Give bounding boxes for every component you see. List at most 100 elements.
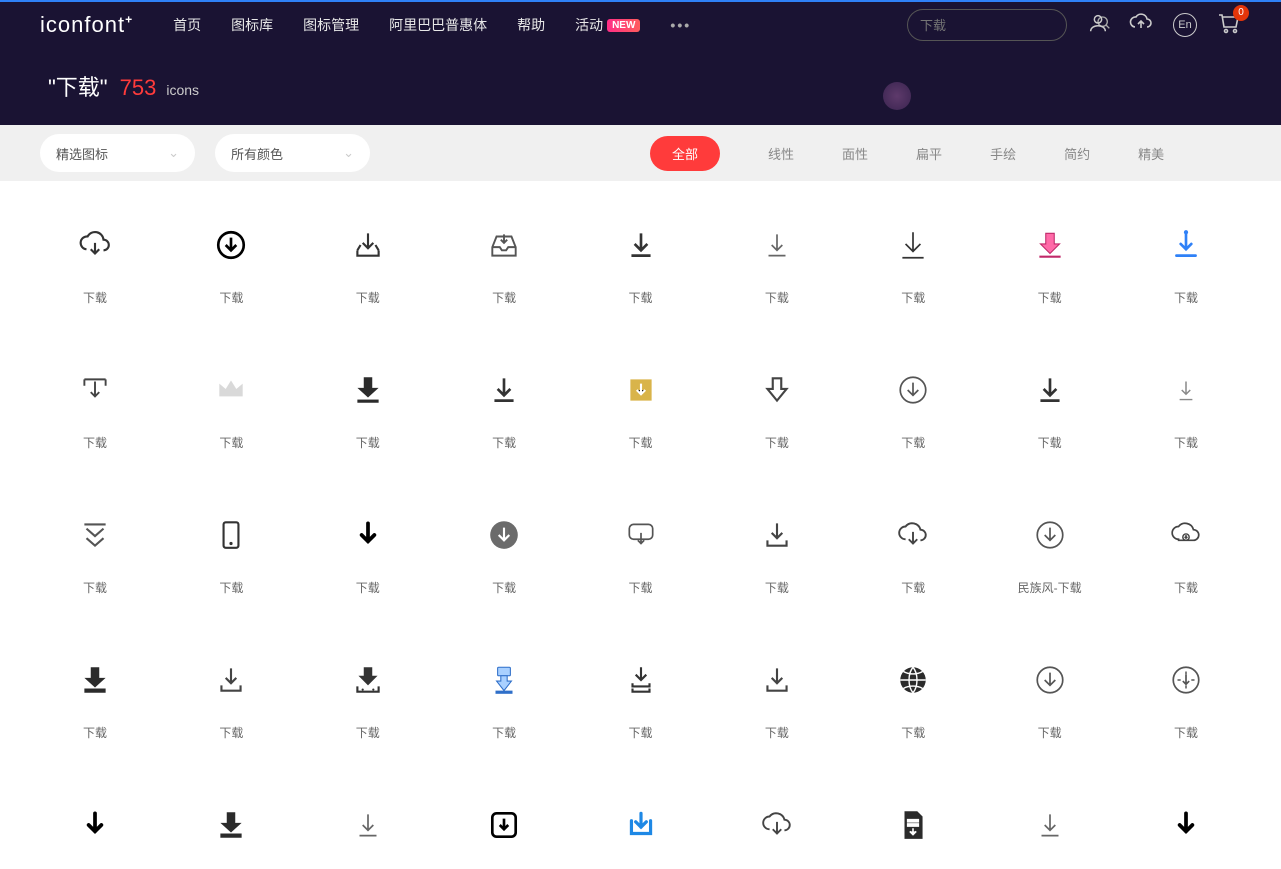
nav-home[interactable]: 首页 xyxy=(173,15,201,35)
icon-item[interactable]: 下载 xyxy=(1141,366,1231,451)
icon-item[interactable]: 下载 xyxy=(868,366,958,451)
icon-item[interactable] xyxy=(732,801,822,869)
icon-item[interactable] xyxy=(868,801,958,869)
dropdown-quality[interactable]: 精选图标⌄ xyxy=(40,134,195,172)
logo[interactable]: iconfont+ xyxy=(40,12,133,38)
icon-item[interactable]: 下载 xyxy=(459,511,549,596)
filter-tab-6[interactable]: 精美 xyxy=(1138,144,1164,163)
icon-item[interactable]: 下载 xyxy=(1141,656,1231,741)
icon-item[interactable]: 下载 xyxy=(868,656,958,741)
icon-item[interactable]: 下载 xyxy=(596,511,686,596)
icon-label: 下载 xyxy=(186,724,276,741)
filter-tab-5[interactable]: 简约 xyxy=(1064,144,1090,163)
icon-item[interactable]: 下载 xyxy=(1005,366,1095,451)
icon-label: 民族风-下载 xyxy=(1005,579,1095,596)
filter-tab-2[interactable]: 面性 xyxy=(842,144,868,163)
filter-tab-4[interactable]: 手绘 xyxy=(990,144,1016,163)
filter-tab-1[interactable]: 线性 xyxy=(768,144,794,163)
icon-item[interactable]: 下载 xyxy=(459,366,549,451)
search-box[interactable] xyxy=(907,9,1067,41)
icon-item[interactable]: 下载 xyxy=(1141,511,1231,596)
icon-label: 下载 xyxy=(1005,724,1095,741)
icon-item[interactable]: 下载 xyxy=(868,511,958,596)
icon-item[interactable] xyxy=(459,801,549,869)
download-icon xyxy=(459,221,549,269)
icon-item[interactable]: 下载 xyxy=(1005,221,1095,306)
nav-library[interactable]: 图标库 xyxy=(231,15,273,35)
filter-tabs: 全部 线性 面性 扁平 手绘 简约 精美 xyxy=(650,136,1164,171)
icon-label: 下载 xyxy=(50,579,140,596)
icon-label: 下载 xyxy=(596,434,686,451)
download-icon xyxy=(50,511,140,559)
download-icon xyxy=(868,801,958,849)
icon-item[interactable]: 下载 xyxy=(732,511,822,596)
icon-item[interactable]: 民族风-下载 xyxy=(1005,511,1095,596)
icon-label: 下载 xyxy=(732,724,822,741)
icon-item[interactable] xyxy=(1005,801,1095,869)
icon-item[interactable]: 下载 xyxy=(732,221,822,306)
filter-tab-0[interactable]: 全部 xyxy=(650,136,720,171)
nav-more[interactable]: ••• xyxy=(670,17,691,33)
icon-item[interactable] xyxy=(186,801,276,869)
icon-item[interactable]: 下载 xyxy=(186,366,276,451)
search-input[interactable] xyxy=(920,18,1096,33)
icon-label: 下载 xyxy=(868,434,958,451)
icon-label: 下载 xyxy=(732,579,822,596)
icon-label: 下载 xyxy=(596,724,686,741)
icon-label: 下载 xyxy=(1005,434,1095,451)
nav-font[interactable]: 阿里巴巴普惠体 xyxy=(389,15,487,35)
icon-item[interactable]: 下载 xyxy=(596,656,686,741)
icon-item[interactable] xyxy=(323,801,413,869)
icon-label: 下载 xyxy=(1141,289,1231,306)
user-icon[interactable] xyxy=(1087,12,1109,39)
language-toggle[interactable]: En xyxy=(1173,13,1197,37)
icon-item[interactable]: 下载 xyxy=(732,366,822,451)
icon-item[interactable]: 下载 xyxy=(596,221,686,306)
icon-item[interactable]: 下载 xyxy=(50,511,140,596)
new-badge: NEW xyxy=(607,19,640,32)
icon-item[interactable]: 下载 xyxy=(323,366,413,451)
icon-item[interactable]: 下载 xyxy=(732,656,822,741)
nav-help[interactable]: 帮助 xyxy=(517,15,545,35)
icon-item[interactable]: 下载 xyxy=(323,656,413,741)
download-icon xyxy=(1005,511,1095,559)
cart-icon[interactable]: 0 xyxy=(1217,11,1241,40)
icon-item[interactable]: 下载 xyxy=(868,221,958,306)
icon-item[interactable]: 下载 xyxy=(186,221,276,306)
download-icon xyxy=(596,366,686,414)
icon-item[interactable]: 下载 xyxy=(50,366,140,451)
nav-activity[interactable]: 活动NEW xyxy=(575,15,640,35)
download-icon xyxy=(732,221,822,269)
icon-item[interactable] xyxy=(596,801,686,869)
download-icon xyxy=(459,656,549,704)
download-icon xyxy=(186,366,276,414)
icon-item[interactable]: 下载 xyxy=(186,511,276,596)
icon-item[interactable]: 下载 xyxy=(50,656,140,741)
download-icon xyxy=(1141,221,1231,269)
icon-label: 下载 xyxy=(1005,289,1095,306)
nav-manage[interactable]: 图标管理 xyxy=(303,15,359,35)
icon-item[interactable]: 下载 xyxy=(1005,656,1095,741)
icon-item[interactable]: 下载 xyxy=(323,221,413,306)
icon-item[interactable] xyxy=(50,801,140,869)
icon-label: 下载 xyxy=(323,579,413,596)
search-result-summary: "下载" 753 icons xyxy=(0,50,1281,117)
icon-item[interactable]: 下载 xyxy=(459,221,549,306)
icon-label: 下载 xyxy=(323,724,413,741)
icon-item[interactable]: 下载 xyxy=(323,511,413,596)
filter-tab-3[interactable]: 扁平 xyxy=(916,144,942,163)
icon-item[interactable]: 下载 xyxy=(186,656,276,741)
icon-label: 下载 xyxy=(868,579,958,596)
dropdown-color[interactable]: 所有颜色⌄ xyxy=(215,134,370,172)
icon-item[interactable]: 下载 xyxy=(596,366,686,451)
icon-item[interactable]: 下载 xyxy=(1141,221,1231,306)
icon-label: 下载 xyxy=(732,434,822,451)
upload-icon[interactable] xyxy=(1129,11,1153,40)
icon-label: 下载 xyxy=(50,724,140,741)
download-icon xyxy=(596,656,686,704)
download-icon xyxy=(1005,801,1095,849)
icon-item[interactable]: 下载 xyxy=(50,221,140,306)
download-icon xyxy=(323,221,413,269)
icon-item[interactable]: 下载 xyxy=(459,656,549,741)
icon-item[interactable] xyxy=(1141,801,1231,869)
